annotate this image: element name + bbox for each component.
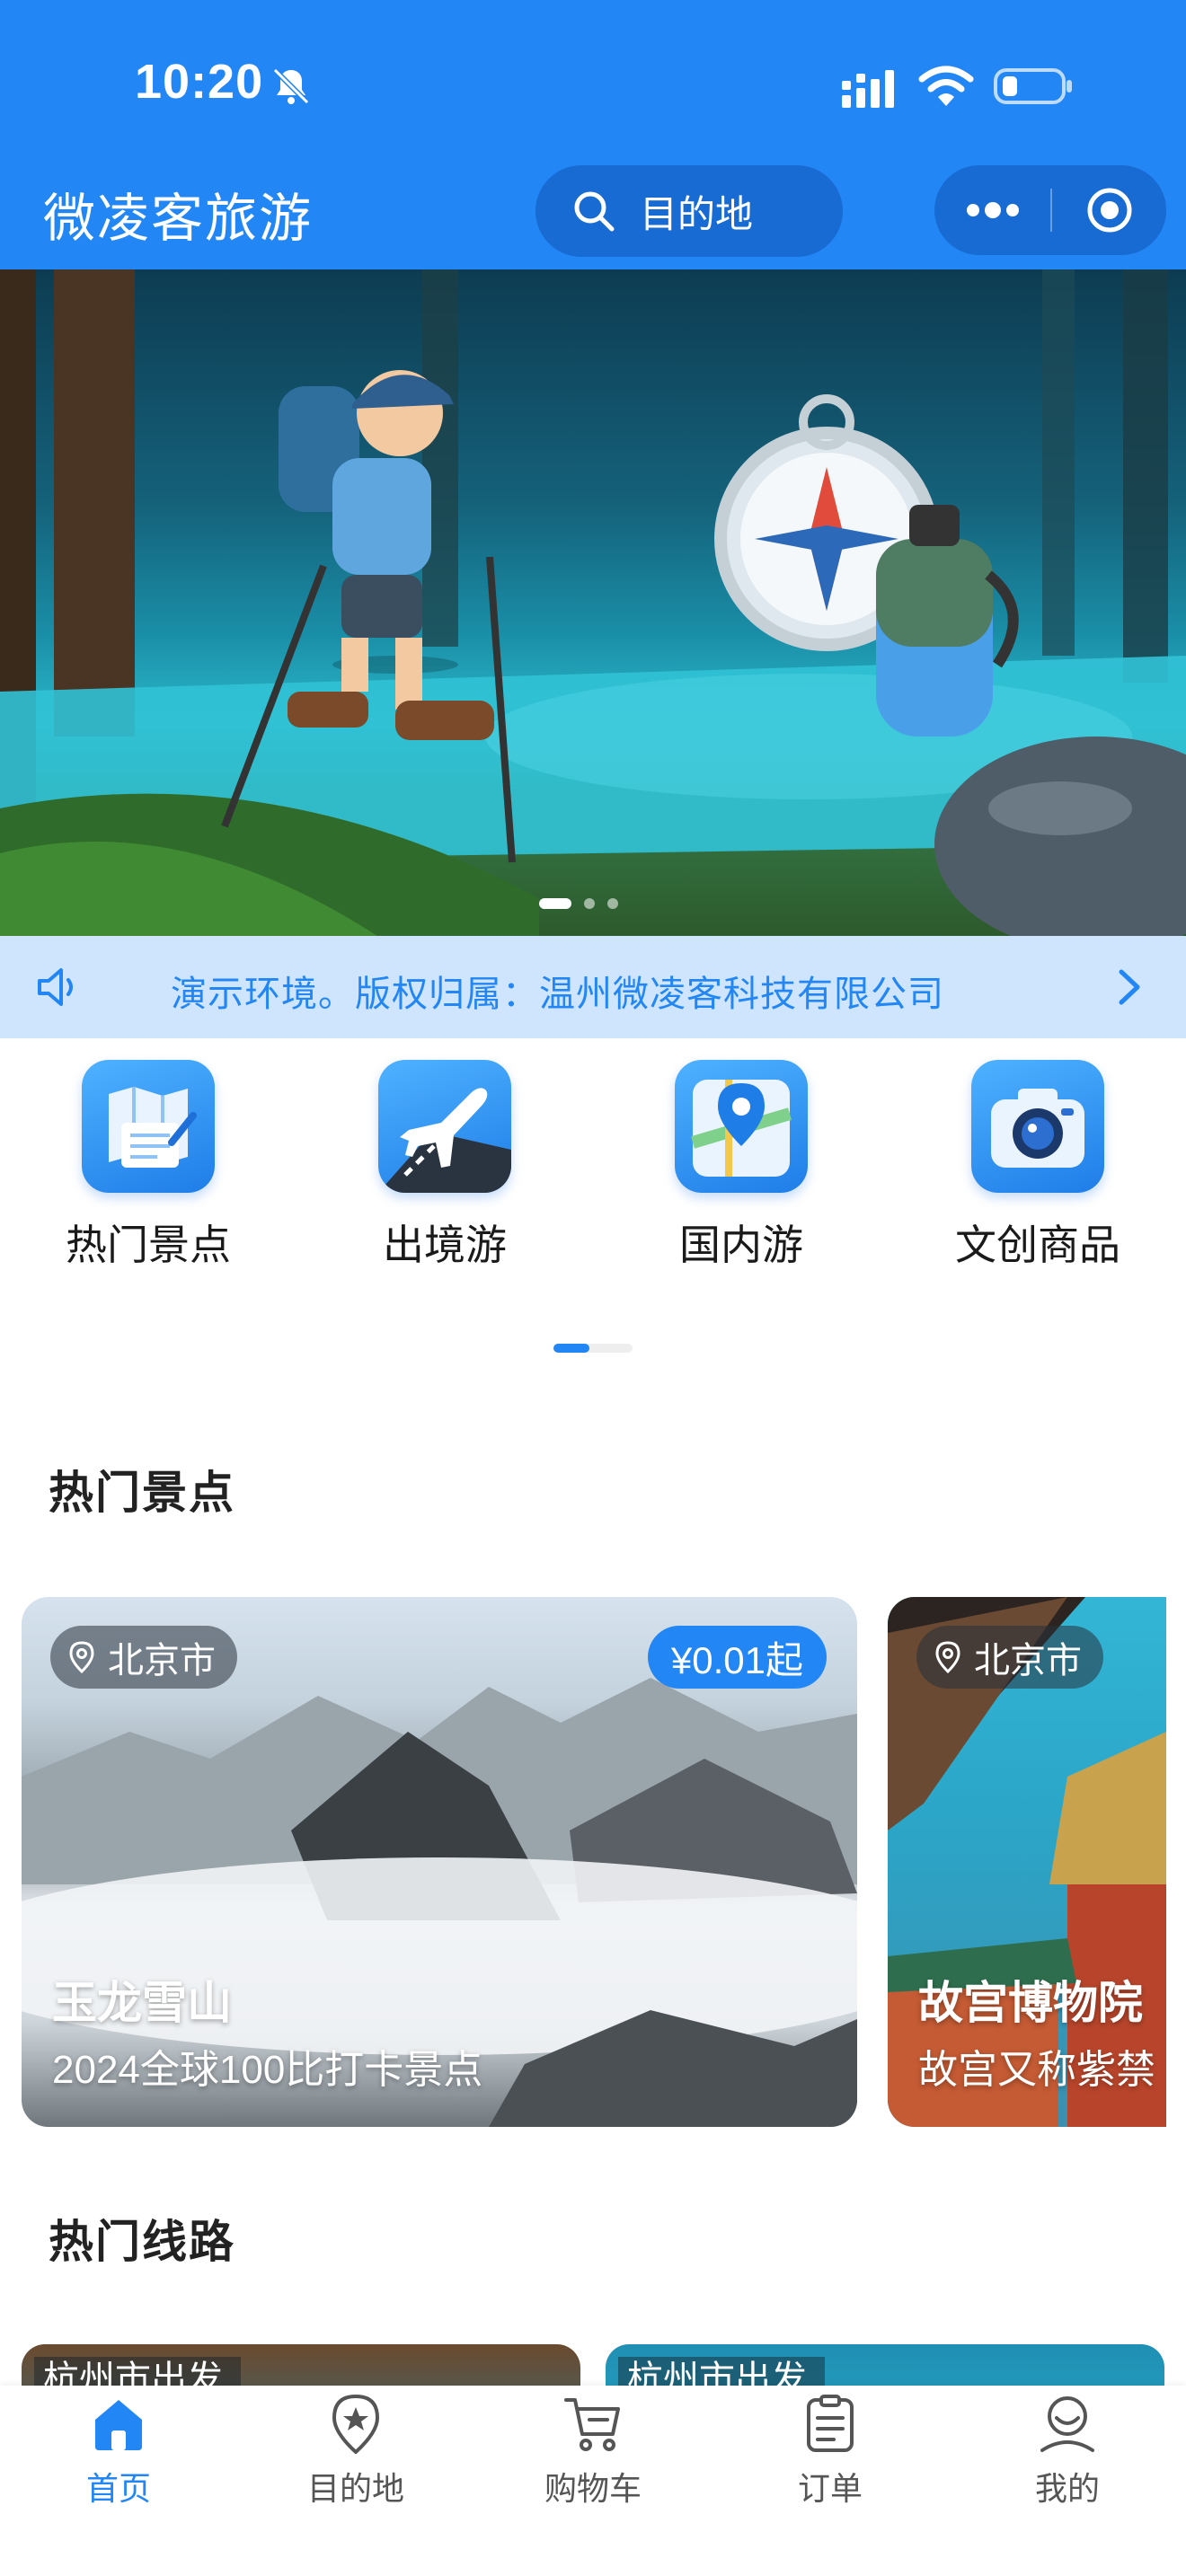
spot-city: 北京市 (974, 1641, 1082, 1681)
tab-label: 订单 (797, 2470, 863, 2507)
location-pin-icon (935, 1641, 960, 1673)
cellular-signal-icon (842, 70, 894, 108)
tab-label: 首页 (85, 2470, 151, 2507)
category-pager (553, 1344, 633, 1353)
map-pin-icon (675, 1060, 808, 1193)
order-list-icon (807, 2395, 854, 2452)
notice-text: 演示环境。版权归属：温州微凌客科技有限公司 (171, 975, 944, 1014)
tab-cart[interactable]: 购物车 (474, 2393, 712, 2519)
camera-icon (971, 1060, 1104, 1193)
category-label: 出境游 (383, 1222, 507, 1268)
target-icon (1087, 188, 1131, 233)
bottom-tab-bar: 首页 目的地 购物车 订单 我的 (0, 2386, 1186, 2576)
banner-pagination (539, 898, 618, 909)
destination-search-button[interactable]: 目的地 (535, 165, 843, 257)
map-document-icon (82, 1060, 215, 1193)
search-icon (574, 191, 615, 232)
spot-description: 故宫又称紫禁 (918, 2048, 1155, 2092)
spot-location-badge: 北京市 (916, 1626, 1103, 1689)
more-dots-icon (966, 202, 1019, 218)
miniapp-capsule (934, 165, 1166, 255)
app-title: 微凌客旅游 (43, 190, 314, 248)
hero-banner[interactable] (0, 269, 1186, 936)
battery-icon (994, 68, 1072, 104)
category-cultural-goods[interactable]: 文创商品 (921, 1060, 1155, 1293)
category-label: 文创商品 (955, 1222, 1120, 1268)
location-pin-icon (69, 1641, 94, 1673)
spot-city: 北京市 (108, 1641, 216, 1681)
status-time: 10:20 (135, 55, 264, 109)
location-star-icon (332, 2394, 380, 2454)
user-icon (1040, 2396, 1094, 2452)
airplane-icon (378, 1060, 511, 1193)
wifi-icon (918, 66, 974, 106)
shopping-cart-icon (564, 2398, 620, 2451)
section-title-hot-routes: 热门线路 (49, 2217, 235, 2267)
spot-name: 故宫博物院 (918, 1978, 1143, 2028)
spot-card[interactable]: 北京市 故宫博物院 故宫又称紫禁 (888, 1597, 1166, 2127)
pager-indicator (553, 1344, 589, 1353)
home-icon (95, 2400, 142, 2450)
tab-destination[interactable]: 目的地 (237, 2393, 474, 2519)
tab-label: 购物车 (544, 2470, 642, 2507)
banner-dot-active (539, 898, 571, 909)
category-label: 国内游 (679, 1222, 803, 1268)
spot-price-badge: ¥0.01起 (647, 1626, 827, 1689)
tab-home[interactable]: 首页 (0, 2393, 237, 2519)
spot-location-badge: 北京市 (50, 1626, 237, 1689)
category-outbound-travel[interactable]: 出境游 (328, 1060, 562, 1293)
tab-orders[interactable]: 订单 (712, 2393, 949, 2519)
banner-dot (584, 898, 595, 909)
chevron-right-icon (1119, 969, 1140, 1005)
page: 10:20 微凌客旅游 目的地 演示环境。版权归属：温州微凌客科技有限公司 热门… (0, 0, 1186, 2576)
spot-description: 2024全球100比打卡景点 (52, 2048, 483, 2092)
hiker-illustration (0, 269, 1186, 936)
spot-name: 玉龙雪山 (52, 1978, 232, 2028)
notice-bar[interactable]: 演示环境。版权归属：温州微凌客科技有限公司 (0, 936, 1186, 1038)
more-options-button[interactable] (934, 165, 1050, 255)
category-hot-spots[interactable]: 热门景点 (31, 1060, 265, 1293)
close-miniapp-button[interactable] (1052, 165, 1166, 255)
category-domestic-travel[interactable]: 国内游 (624, 1060, 858, 1293)
category-label: 热门景点 (66, 1222, 231, 1268)
spot-card[interactable]: 北京市 ¥0.01起 玉龙雪山 2024全球100比打卡景点 (22, 1597, 857, 2127)
banner-dot (607, 898, 618, 909)
tab-label: 目的地 (306, 2470, 404, 2507)
tab-mine[interactable]: 我的 (949, 2393, 1186, 2519)
speaker-icon (38, 968, 73, 1006)
top-bar: 10:20 微凌客旅游 目的地 (0, 0, 1186, 269)
search-label: 目的地 (640, 192, 754, 235)
tab-label: 我的 (1034, 2470, 1100, 2507)
bell-off-icon (272, 67, 310, 105)
section-title-hot-spots: 热门景点 (49, 1468, 235, 1518)
category-grid: 热门景点 出境游 国内游 文创商品 (0, 1060, 1186, 1293)
